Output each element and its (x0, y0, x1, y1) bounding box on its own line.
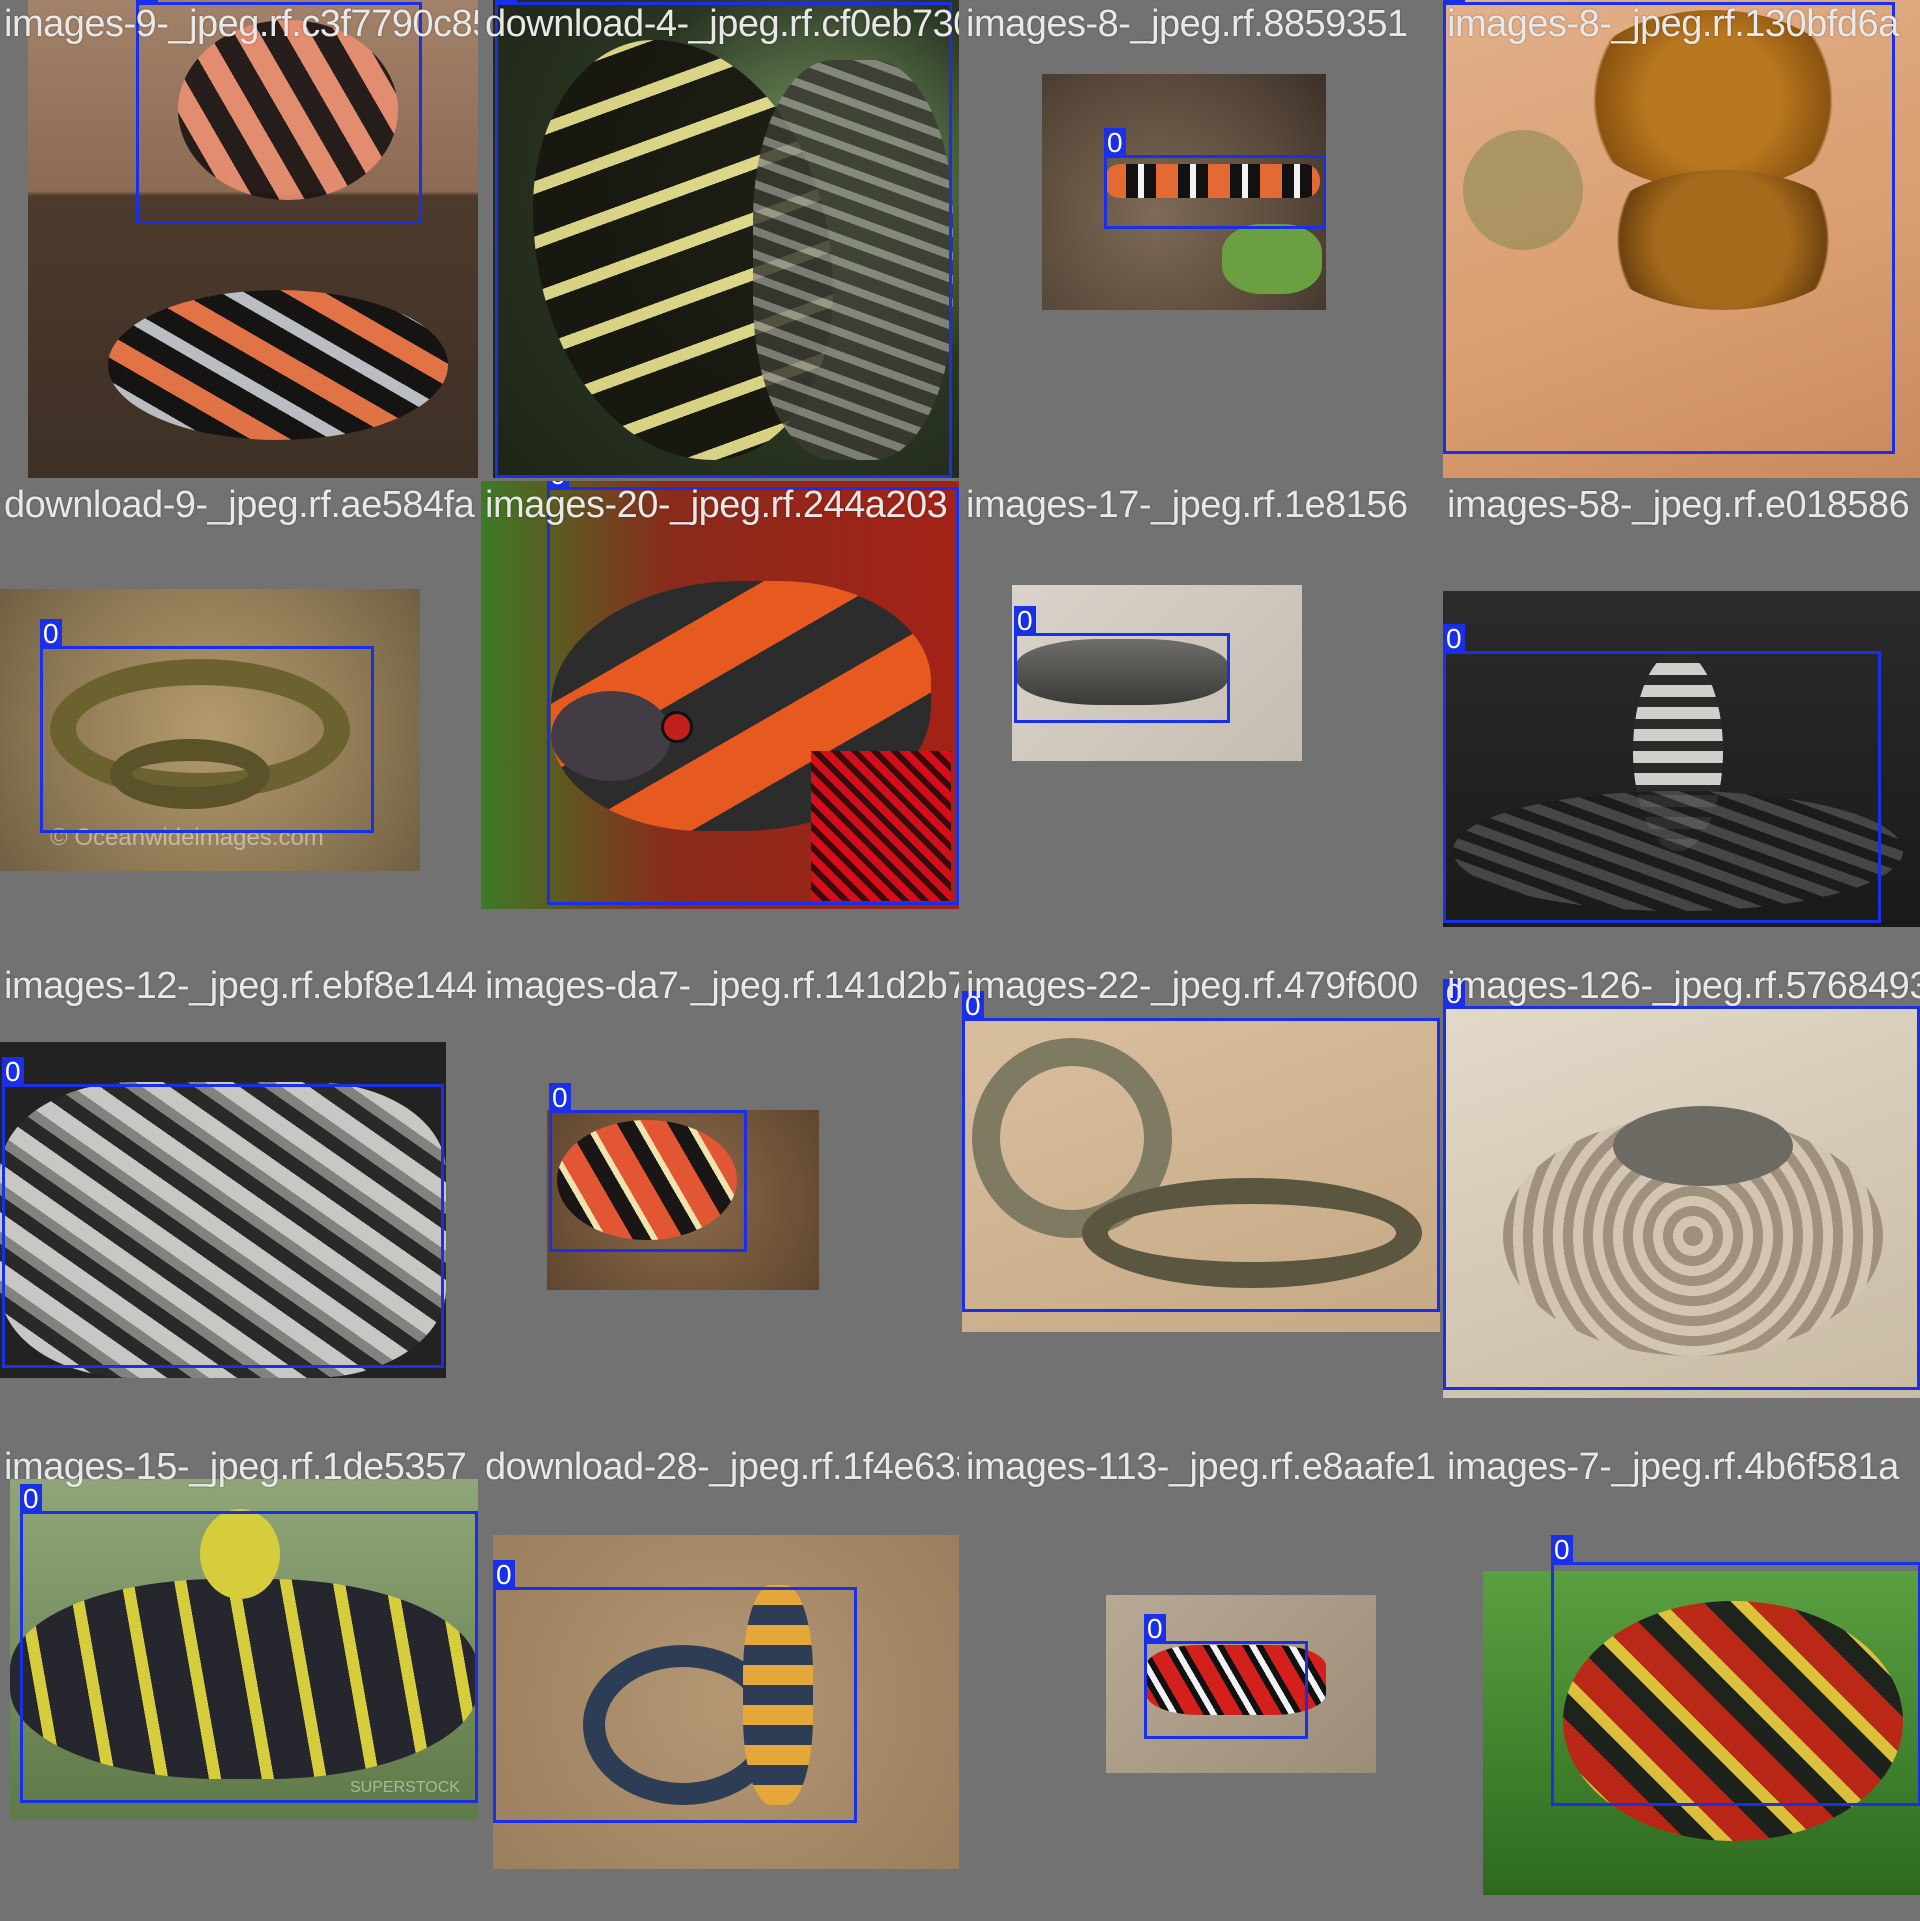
detection-box: 0 (1551, 1535, 1920, 1806)
tile-filename: images-12-_jpeg.rf.ebf8e144 (4, 965, 477, 1007)
mosaic-grid: 0 images-9-_jpeg.rf.c3f7790c853a3d46d 0 … (0, 0, 1920, 1921)
detection-box: 0 (1144, 1614, 1308, 1739)
detection-box: 0 (1443, 624, 1881, 923)
tile-filename: images-22-_jpeg.rf.479f600 (966, 965, 1418, 1007)
mosaic-tile: 0 images-58-_jpeg.rf.e018586 (1443, 481, 1920, 959)
tile-filename: images-58-_jpeg.rf.e018586 (1447, 484, 1910, 526)
mosaic-tile: 0 download-28-_jpeg.rf.1f4e633 (481, 1443, 959, 1921)
class-tag: 0 (1551, 1535, 1573, 1565)
class-tag: 0 (1144, 1614, 1166, 1644)
detection-box: 0 (549, 1083, 747, 1252)
tile-filename: download-4-_jpeg.rf.cf0eb7305f8c8168a3 (485, 3, 959, 45)
class-tag: 0 (493, 1560, 515, 1590)
tile-filename: images-9-_jpeg.rf.c3f7790c853a3d46d (4, 3, 478, 45)
tile-filename: images-da7-_jpeg.rf.141d2b7 (485, 965, 959, 1007)
detection-box: 0 (493, 1560, 857, 1823)
mosaic-tile: 0 images-8-_jpeg.rf.130bfd6a (1443, 0, 1920, 478)
detection-box: 0 (1443, 979, 1920, 1390)
mosaic-tile: © Oceanwideimages.com 0 download-9-_jpeg… (0, 481, 478, 959)
detection-box: 0 (495, 0, 952, 478)
mosaic-tile: 0 images-20-_jpeg.rf.244a203 (481, 481, 959, 959)
detection-box: 0 (1014, 606, 1230, 723)
mosaic-tile: 0 images-12-_jpeg.rf.ebf8e144 (0, 962, 478, 1440)
detection-box: 0 (2, 1057, 444, 1368)
detection-box: 0 (40, 619, 374, 833)
tile-filename: images-126-_jpeg.rf.5768493 (1447, 965, 1920, 1007)
class-tag: 0 (549, 1083, 571, 1113)
mosaic-tile: SUPERSTOCK 0 images-15-_jpeg.rf.1de5357 (0, 1443, 478, 1921)
tile-filename: download-28-_jpeg.rf.1f4e633 (485, 1446, 959, 1488)
detection-box: 0 (1104, 128, 1326, 229)
detection-box: 0 (1443, 0, 1895, 454)
mosaic-tile: 0 images-22-_jpeg.rf.479f600 (962, 962, 1440, 1440)
mosaic-tile: 0 images-7-_jpeg.rf.4b6f581a (1443, 1443, 1920, 1921)
detection-box: 0 (20, 1484, 478, 1803)
tile-filename: images-113-_jpeg.rf.e8aafe1 (966, 1446, 1436, 1488)
mosaic-tile: 0 images-8-_jpeg.rf.8859351 (962, 0, 1440, 478)
class-tag: 0 (2, 1057, 24, 1087)
class-tag: 0 (1104, 128, 1126, 158)
tile-filename: images-15-_jpeg.rf.1de5357 (4, 1446, 467, 1488)
detection-box: 0 (547, 481, 959, 905)
tile-filename: images-20-_jpeg.rf.244a203 (485, 484, 948, 526)
tile-filename: images-7-_jpeg.rf.4b6f581a (1447, 1446, 1899, 1488)
class-tag: 0 (1443, 624, 1465, 654)
class-tag: 0 (40, 619, 62, 649)
tile-filename: download-9-_jpeg.rf.ae584fa (4, 484, 475, 526)
mosaic-tile: 0 images-9-_jpeg.rf.c3f7790c853a3d46d (0, 0, 478, 478)
tile-filename: images-8-_jpeg.rf.130bfd6a (1447, 3, 1899, 45)
mosaic-tile: 0 images-126-_jpeg.rf.5768493 (1443, 962, 1920, 1440)
tile-filename: images-17-_jpeg.rf.1e8156 (966, 484, 1408, 526)
class-tag: 0 (1014, 606, 1036, 636)
mosaic-tile: 0 images-17-_jpeg.rf.1e8156 (962, 481, 1440, 959)
mosaic-tile: 0 images-113-_jpeg.rf.e8aafe1 (962, 1443, 1440, 1921)
mosaic-tile: 0 images-da7-_jpeg.rf.141d2b7 (481, 962, 959, 1440)
mosaic-tile: 0 download-4-_jpeg.rf.cf0eb7305f8c8168a3 (481, 0, 959, 478)
tile-filename: images-8-_jpeg.rf.8859351 (966, 3, 1408, 45)
detection-box: 0 (962, 991, 1440, 1312)
